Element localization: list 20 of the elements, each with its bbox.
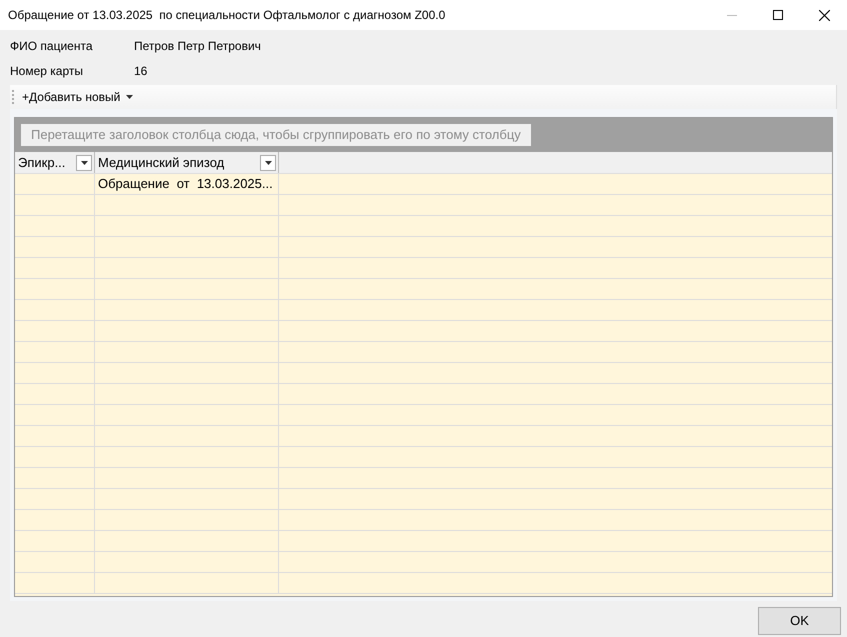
dropdown-caret-icon (80, 160, 88, 164)
ok-button[interactable]: OK (758, 607, 841, 635)
field-label: Номер карты (10, 63, 84, 80)
group-hint: Перетащите заголовок столбца сюда, чтобы сгруппировать его по этому столбцу (21, 124, 531, 146)
table-row[interactable]: Обращение от 13.03.2025... (15, 174, 832, 195)
column-header[interactable]: Медицинский эпизод (95, 152, 279, 173)
add-new-button[interactable]: +Добавить новый (22, 88, 134, 106)
field-label: ФИО пациента (10, 38, 94, 55)
field-value: 16 (134, 63, 148, 80)
close-icon (818, 10, 830, 20)
table-cell: Обращение от 13.03.2025... (95, 174, 279, 194)
window-title: Обращение от 13.03.2025 по специальности Офтальмолог с диагнозом Z00.0 (8, 7, 446, 24)
filter-dropdown-button[interactable] (76, 154, 92, 170)
maximize-icon (773, 10, 783, 20)
minimize-icon (727, 14, 737, 16)
caret-icon (126, 95, 134, 99)
dropdown-caret-icon (264, 160, 272, 164)
filter-dropdown-button[interactable] (260, 154, 276, 170)
column-header[interactable]: Эпикр... (15, 152, 95, 173)
field-value: Петров Петр Петрович (134, 38, 261, 55)
